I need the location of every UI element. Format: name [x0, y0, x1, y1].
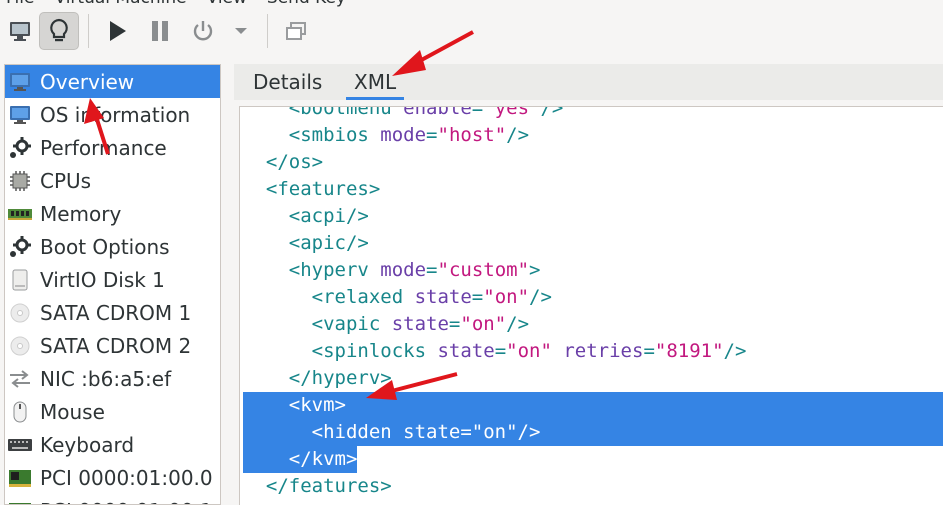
tab-details[interactable]: Details [253, 68, 322, 100]
monitor-icon [7, 69, 33, 95]
sidebar-item-label: PCI 0000:01:00.1 [40, 499, 213, 505]
sidebar-item-boot-options[interactable]: Boot Options [5, 230, 220, 263]
sidebar-item-performance[interactable]: Performance [5, 131, 220, 164]
console-button[interactable] [0, 12, 40, 50]
menu-send-key[interactable]: Send Key [267, 0, 346, 8]
sidebar-item-label: Memory [40, 201, 122, 226]
monitor-icon [7, 102, 33, 128]
screens-icon [286, 22, 306, 40]
xml-line: <hidden state="on"/> [243, 419, 943, 446]
sidebar-item-label: Boot Options [40, 234, 170, 259]
cpu-icon [7, 168, 33, 194]
sidebar-item-virtio-disk-1[interactable]: VirtIO Disk 1 [5, 263, 220, 296]
sidebar-item-label: SATA CDROM 2 [40, 333, 192, 358]
sidebar-item-label: Performance [40, 135, 167, 160]
xml-line: <cpu mode="host-passthrough" check="none… [243, 500, 943, 505]
xml-line: <kvm> [243, 392, 943, 419]
menu-file[interactable]: File [6, 0, 34, 8]
menu-virtual-machine[interactable]: Virtual Machine [54, 0, 186, 8]
chevron-down-icon [235, 28, 247, 34]
sidebar-item-os-information[interactable]: OS information [5, 98, 220, 131]
disk-icon [7, 267, 33, 293]
shutdown-button[interactable] [183, 12, 223, 50]
keyboard-icon [7, 432, 33, 458]
menubar: File Virtual Machine View Send Key [0, 0, 943, 8]
toolbar-separator [267, 14, 268, 48]
mouse-icon [7, 399, 33, 425]
xml-line: <smbios mode="host"/> [288, 124, 530, 146]
xml-line: </features> [265, 475, 392, 497]
details-button[interactable] [39, 12, 79, 50]
sidebar-item-cpus[interactable]: CPUs [5, 164, 220, 197]
sidebar-item-label: VirtIO Disk 1 [40, 267, 165, 292]
tab-bar: Details XML [234, 64, 943, 100]
pci-icon [7, 498, 33, 504]
toolbar-separator [88, 14, 89, 48]
sidebar-item-mouse[interactable]: Mouse [5, 395, 220, 428]
power-icon [193, 21, 213, 41]
sidebar-item-label: SATA CDROM 1 [40, 300, 192, 325]
xml-code: <bootmenu enable="yes"/> <smbios mode="h… [243, 106, 943, 505]
shutdown-menu-button[interactable] [222, 12, 260, 50]
sidebar-item-pci-0000-01-00-1[interactable]: PCI 0000:01:00.1 [5, 494, 220, 505]
xml-line: </hyperv> [288, 367, 392, 389]
xml-line: </os> [265, 151, 324, 173]
xml-line: <apic/> [288, 232, 369, 254]
sidebar-item-label: OS information [40, 102, 191, 127]
monitor-icon [10, 22, 30, 41]
xml-line: <vapic state="on"/> [311, 313, 530, 335]
xml-line: <features> [265, 178, 381, 200]
gear-icon [7, 234, 33, 260]
sidebar-item-label: NIC :b6:a5:ef [40, 366, 172, 391]
hardware-list: Overview OS information Performance CPUs Mem… [4, 64, 221, 505]
toolbar [0, 8, 943, 54]
sidebar-item-sata-cdrom-2[interactable]: SATA CDROM 2 [5, 329, 220, 362]
cdrom-icon [7, 333, 33, 359]
xml-line: </kvm> [243, 446, 943, 473]
xml-line: <hyperv mode="custom"> [288, 259, 541, 281]
sidebar-item-label: PCI 0000:01:00.0 [40, 465, 213, 490]
gear-icon [7, 135, 33, 161]
play-icon [110, 21, 126, 41]
cdrom-icon [7, 300, 33, 326]
fullscreen-button[interactable] [276, 12, 316, 50]
sidebar-item-pci-0000-01-00-0[interactable]: PCI 0000:01:00.0 [5, 461, 220, 494]
xml-editor[interactable]: <bootmenu enable="yes"/> <smbios mode="h… [239, 106, 943, 505]
sidebar-item-keyboard[interactable]: Keyboard [5, 428, 220, 461]
pause-button[interactable] [140, 12, 180, 50]
memory-icon [7, 201, 33, 227]
sidebar-item-overview[interactable]: Overview [5, 65, 220, 98]
sidebar-item-label: CPUs [40, 168, 92, 193]
lightbulb-icon [50, 18, 68, 42]
xml-line: <acpi/> [288, 205, 369, 227]
xml-line: <relaxed state="on"/> [311, 286, 552, 308]
network-icon [7, 366, 33, 392]
xml-line: <bootmenu enable="yes"/> [288, 106, 564, 119]
sidebar-item-label: Mouse [40, 399, 105, 424]
sidebar-item-memory[interactable]: Memory [5, 197, 220, 230]
sidebar-item-nic-b6-a5-ef[interactable]: NIC :b6:a5:ef [5, 362, 220, 395]
pci-icon [7, 465, 33, 491]
run-button[interactable] [97, 12, 137, 50]
xml-line: <spinlocks state="on" retries="8191"/> [311, 340, 747, 362]
sidebar-item-sata-cdrom-1[interactable]: SATA CDROM 1 [5, 296, 220, 329]
sidebar-item-label: Keyboard [40, 432, 135, 457]
pause-icon [152, 21, 168, 41]
sidebar-item-label: Overview [40, 69, 135, 94]
tab-xml[interactable]: XML [346, 68, 405, 100]
menu-view[interactable]: View [207, 0, 247, 8]
